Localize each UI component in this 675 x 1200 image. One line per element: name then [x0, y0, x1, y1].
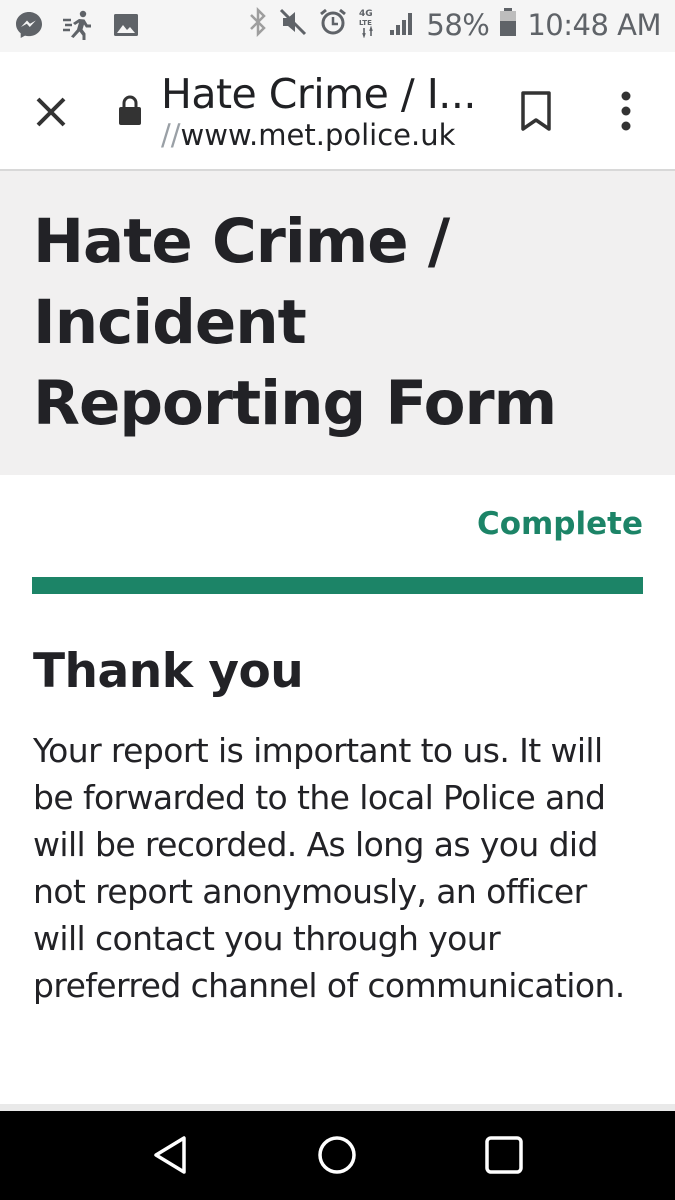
- page-title-in-toolbar[interactable]: Hate Crime / I...: [161, 70, 476, 118]
- recents-icon[interactable]: [482, 1133, 526, 1177]
- url-prefix: //: [161, 118, 181, 152]
- bluetooth-icon: [248, 6, 268, 42]
- page-header: Hate Crime / Incident Reporting Form: [0, 171, 675, 475]
- more-options-icon[interactable]: [614, 90, 638, 134]
- messenger-icon: [14, 10, 44, 45]
- bookmark-icon[interactable]: [520, 90, 552, 132]
- progress-bar: [32, 577, 643, 594]
- battery-percentage: 58%: [426, 7, 490, 42]
- navigation-bar: [0, 1111, 675, 1200]
- confirmation-message: Your report is important to us. It will …: [33, 731, 625, 1005]
- close-icon[interactable]: [31, 92, 71, 132]
- activity-icon: [62, 10, 94, 45]
- alarm-icon: [318, 7, 348, 42]
- svg-text:4G: 4G: [359, 9, 373, 19]
- progress-status: Complete: [476, 506, 643, 542]
- svg-text:LTE: LTE: [359, 19, 372, 27]
- signal-icon: [388, 7, 416, 42]
- lock-icon: [118, 94, 142, 126]
- network-type-icon: 4G LTE: [358, 6, 378, 43]
- url-host: www.met.police.uk: [180, 118, 456, 152]
- browser-toolbar: Hate Crime / I... //www.met.police.uk: [0, 52, 675, 171]
- home-icon[interactable]: [315, 1133, 359, 1177]
- confirmation-heading: Thank you: [33, 644, 304, 699]
- battery-icon: [499, 7, 517, 42]
- clock: 10:48 AM: [527, 7, 661, 42]
- back-icon[interactable]: [150, 1133, 194, 1177]
- mute-icon: [278, 7, 308, 42]
- image-icon: [112, 11, 140, 44]
- page-title: Hate Crime / Incident Reporting Form: [33, 206, 557, 439]
- progress-bar-fill: [32, 577, 643, 594]
- status-bar: 4G LTE 58% 10:48 AM: [0, 0, 675, 52]
- divider: [0, 1104, 675, 1111]
- url-display[interactable]: //www.met.police.uk: [161, 118, 455, 152]
